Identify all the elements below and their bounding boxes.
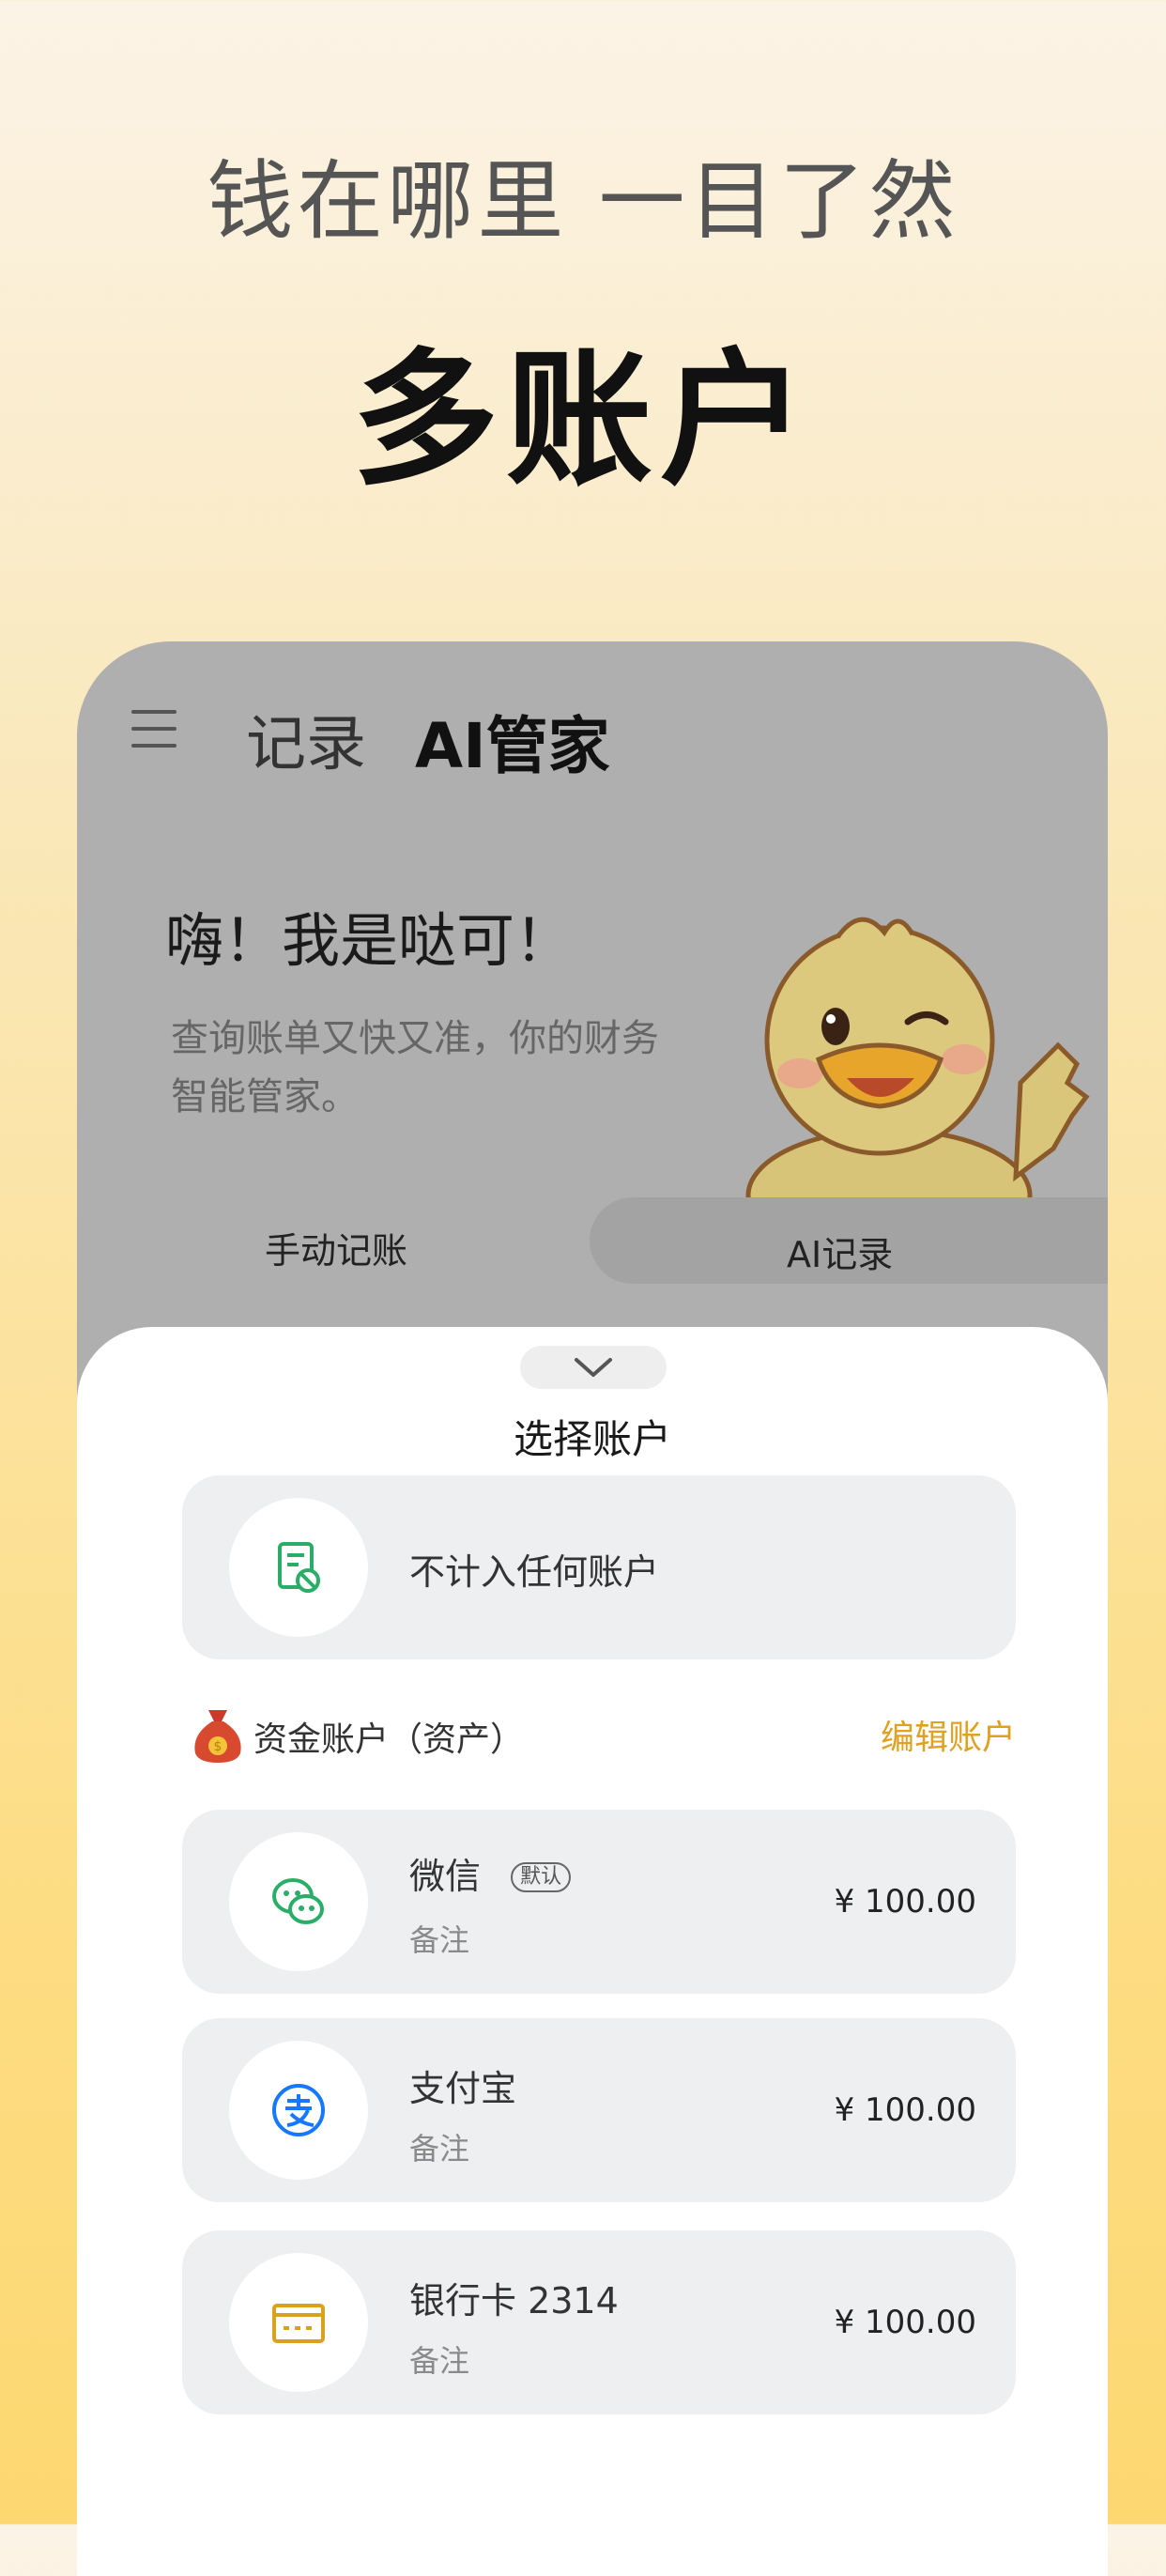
account-balance: ¥ 100.00 — [834, 2304, 976, 2341]
sheet-collapse-handle[interactable] — [520, 1346, 667, 1389]
menu-icon[interactable] — [131, 710, 176, 751]
phone-screen: 记录 AI管家 嗨！我是哒可！ 查询账单又快又准，你的财务智能管家。 手动记账 … — [77, 641, 1108, 2576]
account-name-text: 微信 — [409, 1856, 482, 1897]
account-note: 备注 — [409, 1922, 470, 1958]
account-note: 备注 — [409, 2343, 470, 2379]
funds-section-label: 资金账户（资产） — [253, 1720, 525, 1759]
mode-tab-manual[interactable]: 手动记账 — [265, 1222, 407, 1273]
account-item-bank-card[interactable]: 银行卡 2314 备注 ¥ 100.00 — [182, 2230, 1016, 2414]
account-balance: ¥ 100.00 — [834, 1883, 976, 1920]
account-item-alipay[interactable]: 支付宝 备注 ¥ 100.00 — [182, 2018, 1016, 2202]
chevron-down-icon — [575, 1358, 612, 1377]
mode-tab-ai[interactable]: AI记录 — [787, 1226, 893, 1277]
edit-accounts-link[interactable]: 编辑账户 — [881, 1710, 1016, 1759]
svg-text:$: $ — [214, 1739, 222, 1754]
no-account-option[interactable]: 不计入任何账户 — [182, 1475, 1016, 1659]
wechat-icon — [272, 1878, 324, 1924]
tab-record[interactable]: 记录 — [246, 696, 366, 782]
top-bar: 记录 AI管家 — [77, 641, 1108, 815]
wechat-icon-circle — [229, 1832, 368, 1971]
headline-title: 多账户 — [352, 334, 814, 505]
sheet-title: 选择账户 — [513, 1416, 671, 1462]
greeting-description: 查询账单又快又准，你的财务智能管家。 — [171, 1017, 659, 1118]
account-name: 微信 默认 — [409, 1847, 572, 1899]
select-account-sheet: 选择账户 不计入任何账户 $ 资金账户（资产） 编辑账户 微信 默认 备注 ¥ … — [77, 1327, 1108, 2576]
tab-ai-butler[interactable]: AI管家 — [415, 696, 610, 786]
bank-card-icon-circle — [229, 2253, 368, 2392]
account-name: 支付宝 — [409, 2068, 517, 2109]
account-balance: ¥ 100.00 — [834, 2091, 976, 2129]
bank-card-icon — [272, 2304, 325, 2343]
funds-section-header: $ 资金账户（资产） 编辑账户 — [190, 1703, 1016, 1763]
headline-subtitle: 钱在哪里 一目了然 — [207, 151, 959, 252]
alipay-icon — [272, 2084, 325, 2136]
account-name: 银行卡 2314 — [409, 2280, 619, 2321]
document-ban-icon — [278, 1542, 320, 1593]
account-item-wechat[interactable]: 微信 默认 备注 ¥ 100.00 — [182, 1810, 1016, 1994]
no-account-label: 不计入任何账户 — [409, 1551, 660, 1593]
no-account-icon-circle — [229, 1498, 368, 1637]
account-note: 备注 — [409, 2131, 470, 2167]
money-bag-icon: $ — [194, 1710, 241, 1763]
alipay-icon-circle — [229, 2041, 368, 2180]
greeting-title: 嗨！我是哒可！ — [165, 906, 574, 975]
default-badge: 默认 — [511, 1862, 572, 1892]
